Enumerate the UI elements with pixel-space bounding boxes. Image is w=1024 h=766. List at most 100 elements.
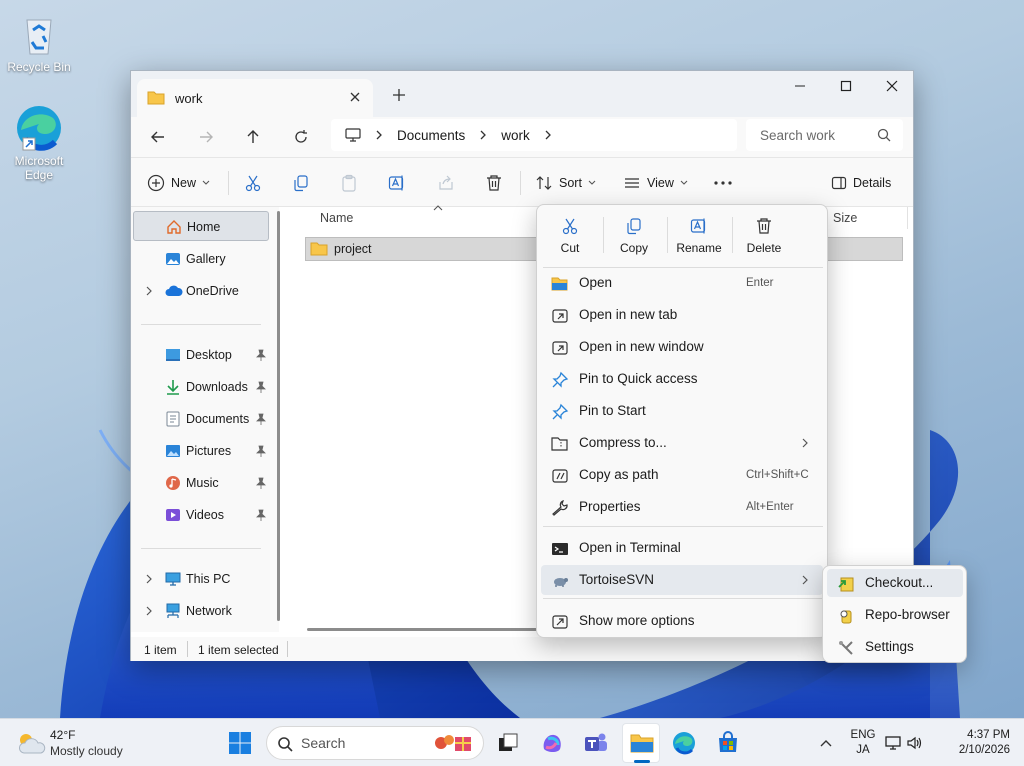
cut-action[interactable]: Cut xyxy=(540,213,600,261)
minimize-button[interactable] xyxy=(777,71,823,101)
refresh-button[interactable] xyxy=(286,123,316,151)
submenu-item-label: Repo-browser xyxy=(865,607,950,622)
maximize-button[interactable] xyxy=(823,71,869,101)
edge-desktop-icon[interactable]: Microsoft Edge xyxy=(4,104,74,182)
menu-item-pin-quick-access[interactable]: Pin to Quick access xyxy=(541,364,823,394)
status-divider xyxy=(187,641,188,657)
search-input[interactable]: Search work xyxy=(746,119,903,151)
clock[interactable]: 4:37 PM 2/10/2026 xyxy=(940,728,1010,758)
column-header-name[interactable]: Name xyxy=(320,211,353,225)
file-explorer-taskbar-active[interactable] xyxy=(622,723,660,763)
menu-item-label: TortoiseSVN xyxy=(579,572,655,587)
close-tab-icon[interactable] xyxy=(347,89,363,105)
menu-item-label: Compress to... xyxy=(579,435,667,450)
view-button[interactable]: View xyxy=(623,172,688,194)
menu-item-show-more-options[interactable]: Show more options xyxy=(541,606,823,636)
sidebar-item-desktop[interactable]: Desktop xyxy=(133,340,269,370)
rename-button[interactable] xyxy=(388,172,406,194)
menu-item-properties[interactable]: Properties Alt+Enter xyxy=(541,492,823,522)
submenu-item-repo-browser[interactable]: Repo-browser xyxy=(827,601,963,629)
chevron-right-icon[interactable] xyxy=(145,573,153,585)
details-pane-icon xyxy=(831,176,847,190)
refresh-icon xyxy=(295,130,307,143)
folder-icon xyxy=(147,91,165,105)
recycle-bin-desktop-icon[interactable]: Recycle Bin xyxy=(4,10,74,74)
show-hidden-icons-button[interactable] xyxy=(810,727,842,759)
close-window-button[interactable] xyxy=(869,71,915,101)
sort-button[interactable]: Sort xyxy=(535,172,596,194)
sidebar-item-videos[interactable]: Videos xyxy=(133,500,269,530)
task-view-button[interactable] xyxy=(492,727,524,759)
menu-item-open-terminal[interactable]: Open in Terminal xyxy=(541,533,823,563)
paste-button[interactable] xyxy=(340,172,358,194)
submenu-item-checkout[interactable]: Checkout... xyxy=(827,569,963,597)
menu-item-pin-start[interactable]: Pin to Start xyxy=(541,396,823,426)
copilot-button[interactable] xyxy=(536,727,568,759)
submenu-item-settings[interactable]: Settings xyxy=(827,633,963,661)
address-bar[interactable]: Documents work xyxy=(331,119,737,151)
share-button[interactable] xyxy=(437,172,455,194)
copy-icon xyxy=(294,175,308,192)
selection-count: 1 item selected xyxy=(198,643,279,657)
menu-item-compress[interactable]: Compress to... xyxy=(541,428,823,458)
edge-taskbar-button[interactable] xyxy=(668,727,700,759)
sidebar-item-network[interactable]: Network xyxy=(133,596,269,626)
tab-work[interactable]: work xyxy=(137,79,373,117)
tab-title: work xyxy=(175,90,203,106)
sidebar-item-downloads[interactable]: Downloads xyxy=(133,372,269,402)
new-button[interactable]: New xyxy=(147,172,210,194)
system-tray-button[interactable] xyxy=(884,727,924,759)
up-button[interactable] xyxy=(238,123,268,151)
sidebar-item-home[interactable]: Home xyxy=(133,211,269,241)
rename-icon xyxy=(388,175,404,191)
start-button[interactable] xyxy=(224,727,256,759)
chevron-right-icon xyxy=(801,574,809,586)
copy-button[interactable] xyxy=(292,172,310,194)
sidebar-item-onedrive[interactable]: OneDrive xyxy=(133,276,269,306)
sidebar-item-documents[interactable]: Documents xyxy=(133,404,269,434)
sidebar-item-pictures[interactable]: Pictures xyxy=(133,436,269,466)
breadcrumb-documents[interactable]: Documents xyxy=(397,128,465,143)
folder-icon xyxy=(310,242,328,256)
delete-button[interactable] xyxy=(485,172,503,194)
arrow-right-icon xyxy=(200,131,213,143)
teams-button[interactable] xyxy=(580,727,612,759)
search-highlight-icon xyxy=(431,731,477,755)
pin-icon xyxy=(256,349,266,361)
sidebar-item-gallery[interactable]: Gallery xyxy=(133,244,269,274)
taskbar-search[interactable]: Search xyxy=(266,726,484,760)
sidebar-scrollbar[interactable] xyxy=(277,211,280,621)
input-language-indicator[interactable]: ENG JA xyxy=(846,728,880,758)
network-icon xyxy=(165,603,181,619)
forward-button[interactable] xyxy=(191,123,221,151)
cut-button[interactable] xyxy=(244,172,262,194)
column-header-size[interactable]: Size xyxy=(833,211,857,225)
sidebar-item-music[interactable]: Music xyxy=(133,468,269,498)
new-tab-button[interactable] xyxy=(389,85,413,105)
shortcut-label: Ctrl+Shift+C xyxy=(746,469,809,481)
copy-action[interactable]: Copy xyxy=(604,213,664,261)
home-icon xyxy=(166,219,182,235)
menu-item-open-new-window[interactable]: Open in new window xyxy=(541,332,823,362)
menu-item-open-new-tab[interactable]: Open in new tab xyxy=(541,300,823,330)
breadcrumb-work[interactable]: work xyxy=(501,128,530,143)
pin-icon xyxy=(256,477,266,489)
store-taskbar-button[interactable] xyxy=(712,727,744,759)
horizontal-scrollbar[interactable] xyxy=(307,628,537,631)
weather-widget[interactable]: 42°F Mostly cloudy xyxy=(16,727,156,761)
language-code: ENG xyxy=(850,729,876,741)
menu-item-tortoisesvn[interactable]: TortoiseSVN xyxy=(541,565,823,595)
sidebar-item-this-pc[interactable]: This PC xyxy=(133,564,269,594)
chevron-right-icon[interactable] xyxy=(145,605,153,617)
more-options-button[interactable] xyxy=(713,172,733,194)
sort-icon xyxy=(536,176,552,190)
menu-item-copy-as-path[interactable]: Copy as path Ctrl+Shift+C xyxy=(541,460,823,490)
details-button[interactable]: Details xyxy=(831,172,891,194)
back-button[interactable] xyxy=(143,123,173,151)
chevron-right-icon[interactable] xyxy=(544,129,552,141)
rename-action[interactable]: Rename xyxy=(669,213,729,261)
menu-item-open[interactable]: Open Enter xyxy=(541,268,823,298)
recycle-bin-label: Recycle Bin xyxy=(7,60,71,74)
delete-action[interactable]: Delete xyxy=(734,213,794,261)
chevron-right-icon[interactable] xyxy=(145,285,153,297)
